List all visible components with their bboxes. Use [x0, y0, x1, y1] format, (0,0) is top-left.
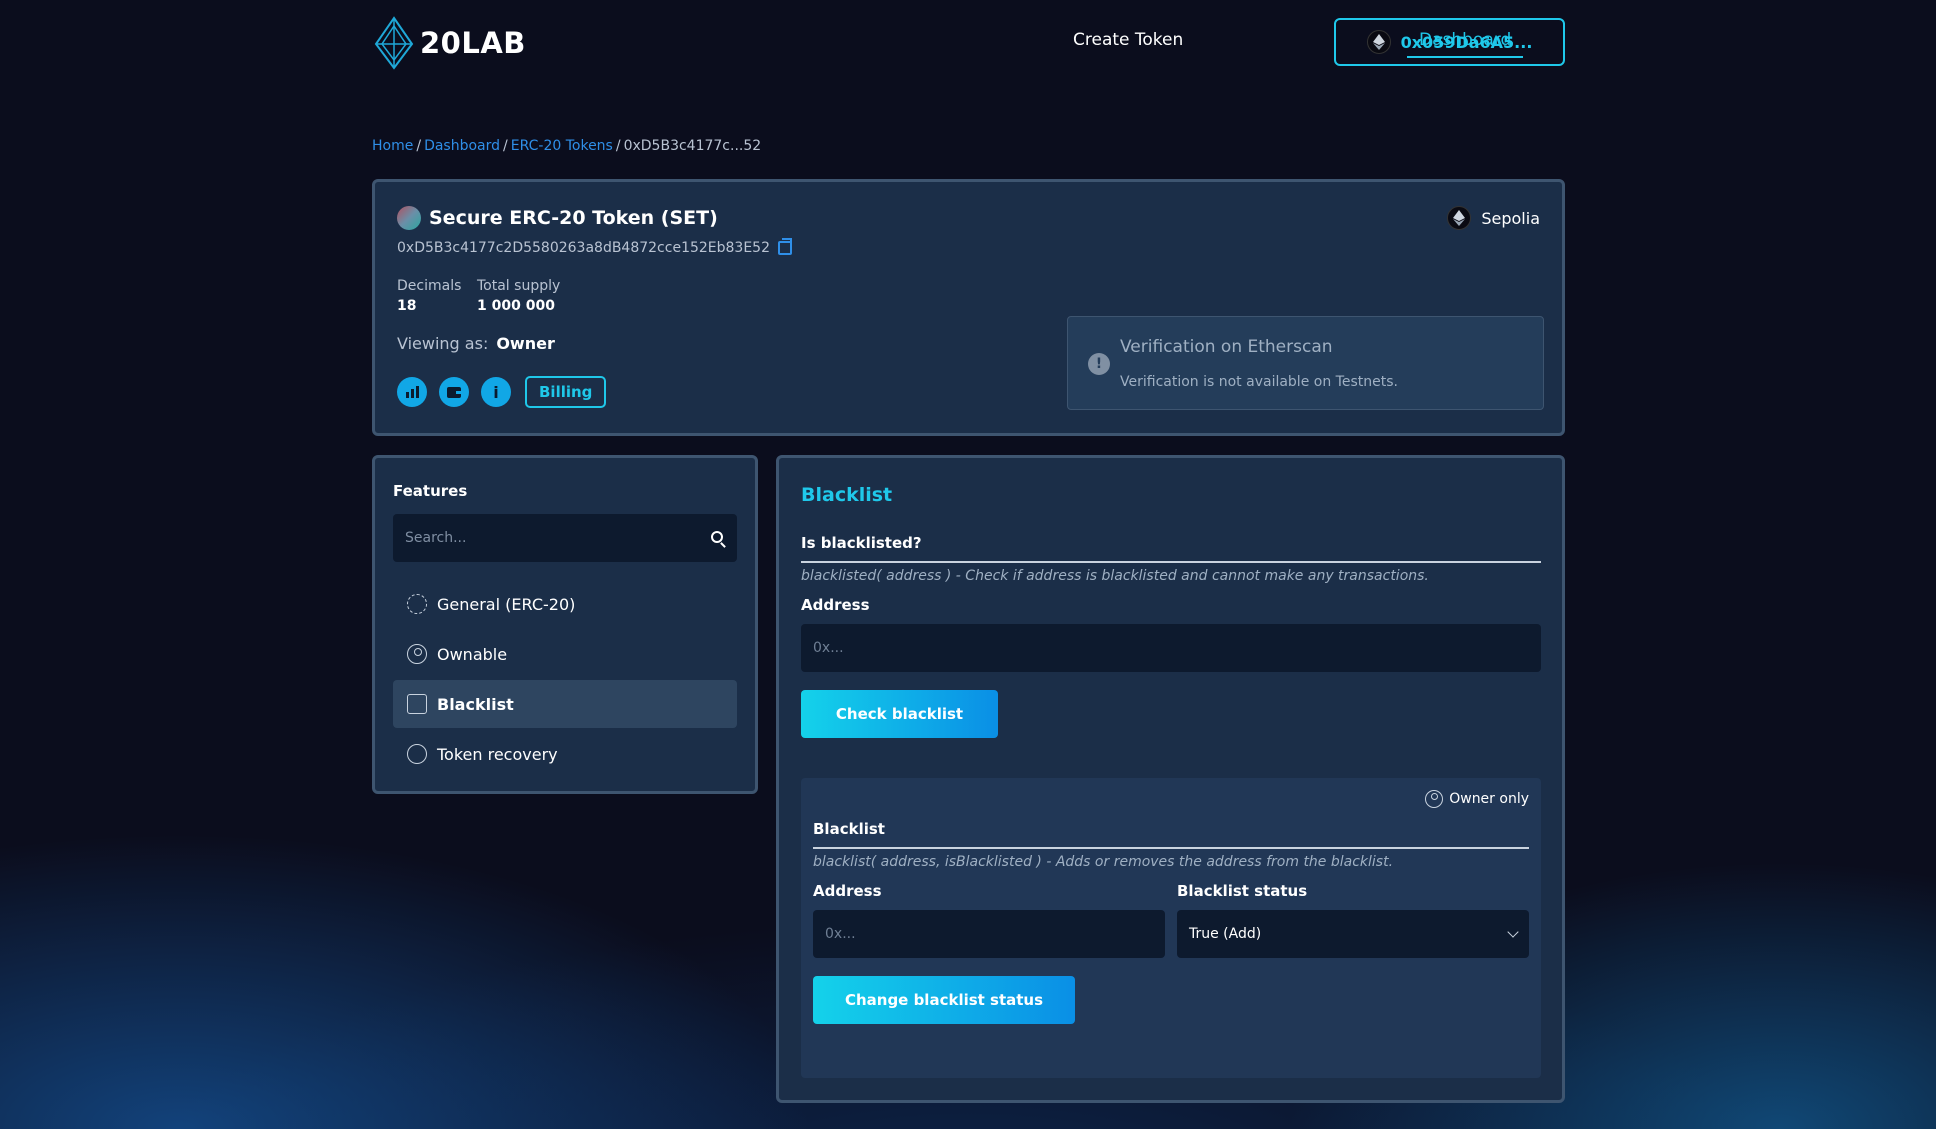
gear-icon [407, 594, 427, 614]
blacklist-status-value: True (Add) [1189, 926, 1262, 942]
search-icon[interactable] [711, 531, 723, 543]
verification-notice: ! Verification on Etherscan Verification… [1067, 316, 1544, 410]
change-address-field [813, 910, 1165, 958]
feature-label: General (ERC-20) [437, 594, 576, 614]
breadcrumb-separator: / [503, 138, 508, 154]
is-blacklisted-title: Is blacklisted? [801, 534, 1541, 563]
features-list: General (ERC-20) Ownable Blacklist Token… [393, 580, 737, 780]
copy-icon[interactable] [778, 238, 792, 255]
feature-item-token-recovery[interactable]: Token recovery [393, 730, 737, 778]
user-icon [1425, 790, 1444, 808]
token-avatar [397, 206, 421, 230]
token-name: Secure ERC-20 Token (SET) [429, 207, 718, 229]
viewing-as: Viewing as: Owner [397, 334, 555, 353]
nav-create-token[interactable]: Create Token [1073, 30, 1183, 50]
feature-item-blacklist[interactable]: Blacklist [393, 680, 737, 728]
info-icon[interactable]: i [481, 377, 511, 407]
feature-label: Blacklist [437, 694, 514, 714]
search-input[interactable] [393, 514, 737, 562]
decimals-value: 18 [397, 298, 417, 314]
panel-title: Blacklist [801, 484, 893, 506]
document-icon [407, 694, 427, 714]
feature-label: Ownable [437, 644, 508, 664]
user-icon [407, 644, 427, 664]
change-blacklist-status-button[interactable]: Change blacklist status [813, 976, 1075, 1024]
change-address-label: Address [813, 882, 882, 900]
chart-icon[interactable] [397, 377, 427, 407]
breadcrumb: Home / Dashboard / ERC-20 Tokens/0xD5B3c4177… [372, 138, 761, 154]
wallet-button[interactable]: 0x059Da6A5... [1334, 18, 1565, 66]
billing-button[interactable]: Billing [525, 376, 607, 408]
token-card: Secure ERC-20 Token (SET) 0xD5B3c4177c2D… [372, 179, 1565, 436]
total-supply-stat: Total supply 1 000 000 [477, 278, 560, 314]
check-address-label: Address [801, 596, 870, 614]
decimals-label: Decimals [397, 278, 462, 294]
token-header: Secure ERC-20 Token (SET) [397, 206, 718, 230]
logo-text: 20LAB [420, 26, 526, 60]
feature-item-general[interactable]: General (ERC-20) [393, 580, 737, 628]
check-address-field [801, 624, 1541, 672]
features-panel: Features General (ERC-20) Ownable Blackl… [372, 455, 758, 794]
ethereum-icon [1447, 206, 1472, 230]
features-title: Features [393, 482, 468, 500]
breadcrumb-erc20-tokens[interactable]: ERC-20 Tokens [511, 138, 613, 154]
token-actions: i Billing [397, 376, 607, 408]
owner-only-label: Owner only [1449, 791, 1529, 807]
wallet-address: 0x059Da6A5... [1400, 32, 1533, 52]
chevron-down-icon [1507, 926, 1519, 938]
logo[interactable]: 20LAB [372, 16, 526, 70]
change-blacklist-description: blacklist( address, isBlacklisted ) - Ad… [813, 854, 1394, 870]
change-blacklist-section: Owner only Blacklist blacklist( address,… [801, 778, 1541, 1078]
check-address-input[interactable] [801, 624, 1541, 672]
token-address-row: 0xD5B3c4177c2D5580263a8dB4872cce152Eb83E… [397, 238, 792, 256]
wallet-icon[interactable] [439, 377, 469, 407]
feature-item-ownable[interactable]: Ownable [393, 630, 737, 678]
blacklist-status-label: Blacklist status [1177, 882, 1308, 900]
change-blacklist-title: Blacklist [813, 820, 1529, 849]
is-blacklisted-description: blacklisted( address ) - Check if addres… [801, 568, 1429, 584]
blacklist-status-select[interactable]: True (Add) [1177, 910, 1529, 958]
verification-title: Verification on Etherscan [1120, 337, 1333, 357]
total-supply-label: Total supply [477, 278, 561, 294]
network-indicator: Sepolia [1447, 206, 1540, 230]
feature-label: Token recovery [437, 744, 558, 764]
recovery-icon [407, 744, 427, 764]
decimals-stat: Decimals 18 [397, 278, 461, 314]
owner-only-badge: Owner only [1425, 790, 1529, 808]
token-address: 0xD5B3c4177c2D5580263a8dB4872cce152Eb83E… [397, 240, 770, 256]
blacklist-panel: Blacklist Is blacklisted? blacklisted( a… [776, 455, 1565, 1103]
breadcrumb-separator: / [416, 138, 422, 154]
check-blacklist-button[interactable]: Check blacklist [801, 690, 998, 738]
ethereum-icon [1366, 30, 1391, 54]
top-header: 20LAB Create Token Dashboard 0x059Da6A5.… [372, 14, 1565, 70]
alert-icon: ! [1088, 353, 1110, 375]
network-name: Sepolia [1481, 208, 1540, 228]
change-address-input[interactable] [813, 910, 1165, 958]
logo-icon [374, 16, 414, 70]
total-supply-value: 1 000 000 [477, 298, 555, 314]
verification-text: Verification is not available on Testnet… [1120, 374, 1398, 390]
breadcrumb-separator: / [615, 138, 621, 154]
breadcrumb-home[interactable]: Home [372, 138, 413, 154]
features-search [393, 514, 737, 562]
viewing-as-label: Viewing as: [397, 334, 489, 353]
breadcrumb-current: 0xD5B3c4177c...52 [623, 138, 762, 154]
viewing-as-value: Owner [496, 334, 555, 353]
breadcrumb-dashboard[interactable]: Dashboard [424, 138, 500, 154]
